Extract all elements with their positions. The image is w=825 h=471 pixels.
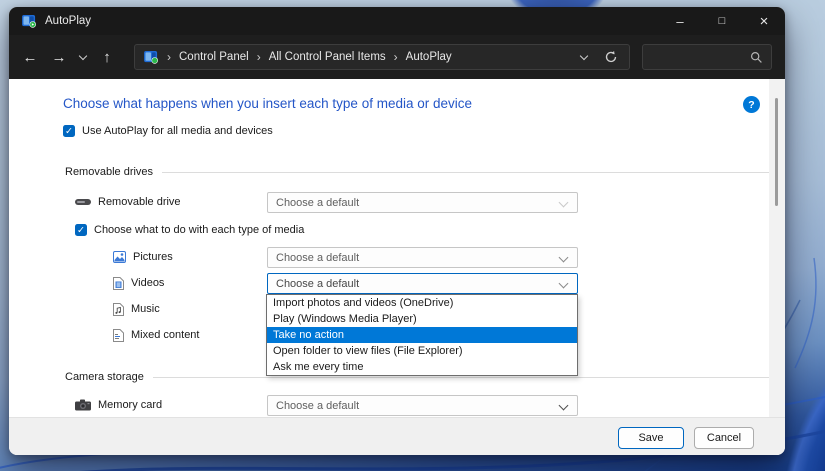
breadcrumb-separator: › bbox=[257, 50, 261, 64]
chevron-down-icon bbox=[559, 401, 569, 411]
breadcrumb-item-autoplay[interactable]: AutoPlay bbox=[406, 51, 452, 63]
scrollbar-thumb[interactable] bbox=[775, 98, 778, 206]
chevron-down-icon bbox=[559, 279, 569, 289]
breadcrumb[interactable]: › Control Panel › All Control Panel Item… bbox=[134, 44, 630, 70]
close-button[interactable]: × bbox=[743, 7, 785, 35]
recent-pages-chevron-icon[interactable] bbox=[79, 51, 87, 59]
minimize-button[interactable]: – bbox=[659, 7, 701, 38]
navigation-bar: ← → ↑ › Control Panel › All Control Pane… bbox=[9, 35, 785, 79]
save-button[interactable]: Save bbox=[618, 427, 684, 449]
memory-card-dropdown-value: Choose a default bbox=[276, 400, 359, 412]
camera-storage-title: Camera storage bbox=[65, 371, 144, 383]
cancel-button[interactable]: Cancel bbox=[694, 427, 754, 449]
dropdown-option[interactable]: Play (Windows Media Player) bbox=[267, 311, 577, 327]
dropdown-option[interactable]: Import photos and videos (OneDrive) bbox=[267, 295, 577, 311]
music-label: Music bbox=[131, 303, 160, 315]
search-input[interactable] bbox=[642, 44, 772, 70]
mixed-content-row: Mixed content bbox=[113, 325, 199, 345]
music-row: Music bbox=[113, 299, 160, 319]
breadcrumb-separator: › bbox=[394, 50, 398, 64]
videos-dropdown[interactable]: Choose a default bbox=[267, 273, 578, 294]
search-icon bbox=[750, 51, 763, 64]
videos-icon bbox=[113, 277, 124, 290]
music-icon bbox=[113, 303, 124, 316]
removable-drives-title: Removable drives bbox=[65, 166, 153, 178]
chevron-down-icon bbox=[559, 198, 569, 208]
autoplay-app-icon bbox=[22, 15, 37, 28]
mixed-content-label: Mixed content bbox=[131, 329, 199, 341]
refresh-icon[interactable] bbox=[604, 50, 618, 64]
group-divider bbox=[153, 377, 769, 378]
memory-card-icon bbox=[75, 399, 91, 411]
media-types-row: ✓ Choose what to do with each type of me… bbox=[75, 220, 304, 240]
control-panel-icon bbox=[144, 51, 159, 64]
videos-label: Videos bbox=[131, 277, 164, 289]
videos-row: Videos bbox=[113, 273, 164, 293]
memory-card-dropdown[interactable]: Choose a default bbox=[267, 395, 578, 416]
media-types-label: Choose what to do with each type of medi… bbox=[94, 224, 304, 236]
memory-card-label: Memory card bbox=[98, 399, 162, 411]
chevron-down-icon bbox=[559, 253, 569, 263]
pictures-dropdown-value: Choose a default bbox=[276, 252, 359, 264]
removable-drive-label: Removable drive bbox=[98, 196, 181, 208]
removable-drive-dropdown[interactable]: Choose a default bbox=[267, 192, 578, 213]
removable-drives-group: Removable drives bbox=[65, 164, 769, 180]
autoplay-window: AutoPlay – □ × ← → ↑ › bbox=[9, 7, 785, 455]
address-dropdown-icon[interactable] bbox=[580, 51, 588, 59]
autoplay-settings-panel: Choose what happens when you insert each… bbox=[9, 79, 785, 417]
footer-bar: Save Cancel bbox=[9, 417, 785, 455]
pictures-row: Pictures bbox=[113, 247, 173, 267]
help-icon[interactable]: ? bbox=[743, 96, 760, 113]
media-types-checkbox[interactable]: ✓ bbox=[75, 224, 87, 236]
breadcrumb-item-control-panel[interactable]: Control Panel bbox=[179, 51, 249, 63]
nav-buttons: ← → ↑ bbox=[9, 35, 115, 79]
breadcrumb-item-all-control-panel-items[interactable]: All Control Panel Items bbox=[269, 51, 386, 63]
removable-drive-icon bbox=[75, 197, 91, 207]
removable-drive-dropdown-value: Choose a default bbox=[276, 197, 359, 209]
back-button[interactable]: ← bbox=[22, 49, 38, 66]
use-autoplay-checkbox[interactable]: ✓ bbox=[63, 125, 75, 137]
up-button[interactable]: ↑ bbox=[99, 49, 115, 66]
dropdown-option[interactable]: Ask me every time bbox=[267, 359, 577, 375]
page-title: Choose what happens when you insert each… bbox=[63, 96, 472, 111]
pictures-dropdown[interactable]: Choose a default bbox=[267, 247, 578, 268]
forward-button[interactable]: → bbox=[51, 49, 67, 66]
desktop-wallpaper: AutoPlay – □ × ← → ↑ › bbox=[0, 0, 825, 471]
videos-dropdown-value: Choose a default bbox=[276, 278, 359, 290]
removable-drive-row: Removable drive bbox=[75, 192, 181, 212]
group-divider bbox=[162, 172, 769, 173]
mixed-content-icon bbox=[113, 329, 124, 342]
pictures-label: Pictures bbox=[133, 251, 173, 263]
dropdown-option[interactable]: Open folder to view files (File Explorer… bbox=[267, 343, 577, 359]
window-title: AutoPlay bbox=[45, 15, 91, 27]
use-autoplay-label: Use AutoPlay for all media and devices bbox=[82, 125, 273, 137]
title-bar: AutoPlay – □ × bbox=[9, 7, 785, 35]
use-autoplay-row: ✓ Use AutoPlay for all media and devices bbox=[63, 121, 273, 141]
memory-card-row: Memory card bbox=[75, 395, 162, 415]
videos-dropdown-list: Import photos and videos (OneDrive) Play… bbox=[266, 294, 578, 376]
dropdown-option-selected[interactable]: Take no action bbox=[267, 327, 577, 343]
scrollbar[interactable] bbox=[769, 79, 785, 417]
maximize-button[interactable]: □ bbox=[701, 7, 743, 35]
breadcrumb-separator: › bbox=[167, 50, 171, 64]
pictures-icon bbox=[113, 251, 126, 263]
window-controls: – □ × bbox=[659, 7, 785, 35]
